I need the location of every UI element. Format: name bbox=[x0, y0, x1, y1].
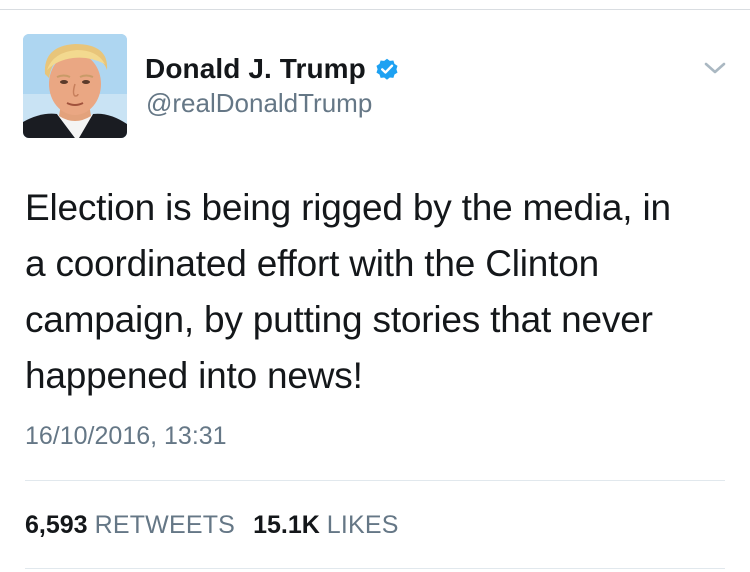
avatar[interactable] bbox=[23, 34, 127, 138]
verified-badge-icon bbox=[374, 56, 400, 82]
tweet-stats: 6,593 RETWEETS 15.1K LIKES bbox=[25, 511, 417, 540]
user-handle[interactable]: @realDonaldTrump bbox=[146, 88, 372, 119]
display-name-row[interactable]: Donald J. Trump bbox=[145, 52, 400, 86]
retweets-count[interactable]: 6,593 bbox=[25, 511, 88, 540]
tweet-text: Election is being rigged by the media, i… bbox=[25, 187, 671, 396]
tweet-timestamp: 16/10/2016, 13:31 bbox=[25, 422, 227, 450]
avatar-image bbox=[23, 34, 127, 138]
likes-count[interactable]: 15.1K bbox=[253, 511, 320, 540]
divider bbox=[25, 568, 725, 569]
likes-label[interactable]: LIKES bbox=[327, 511, 399, 540]
display-name[interactable]: Donald J. Trump bbox=[145, 53, 366, 85]
top-divider bbox=[0, 9, 750, 10]
retweets-label[interactable]: RETWEETS bbox=[95, 511, 236, 540]
divider bbox=[25, 480, 725, 481]
chevron-down-icon[interactable] bbox=[702, 58, 728, 78]
